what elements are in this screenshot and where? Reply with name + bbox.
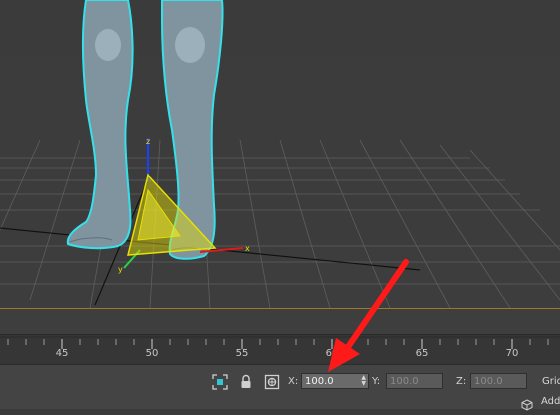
tick-label-60: 60 [325,348,339,359]
y-coord-label: Y: [372,376,381,387]
add-time-tag-label[interactable]: Add [541,396,560,408]
x-coord-label: X: [288,376,299,387]
gizmo-x-label: x [245,244,250,253]
left-knee [95,29,121,61]
add-time-tag-icon[interactable] [521,396,533,411]
gizmo-z-label: z [146,137,150,146]
z-coord-field[interactable]: 100.0 [470,373,527,389]
time-slider-track[interactable] [0,308,560,335]
status-bar: X: 100.0 ▲ ▼ Y: 100.0 Z: 100.0 Grid Add [0,364,560,411]
x-coord-value: 100.0 [305,376,334,387]
right-knee [175,27,205,63]
grid-label: Grid [542,376,560,387]
lock-icon[interactable] [238,374,254,390]
x-spinner-icon[interactable]: ▲ ▼ [361,375,366,387]
tick-label-65: 65 [415,348,429,359]
track-bar[interactable] [0,334,560,365]
absolute-mode-icon[interactable] [264,374,280,390]
tick-label-50: 50 [145,348,159,359]
z-coord-value: 100.0 [474,376,503,387]
viewport-scene: z x y [0,0,560,308]
y-coord-field[interactable]: 100.0 [386,373,443,389]
selection-lock-icon[interactable] [212,374,228,390]
x-coord-field[interactable]: 100.0 ▲ ▼ [301,373,369,389]
track-bar-ticks [0,336,560,349]
tick-label-45: 45 [55,348,69,359]
y-coord-value: 100.0 [390,376,419,387]
gizmo-y-label: y [118,265,123,274]
z-coord-label: Z: [456,376,467,387]
tick-label-55: 55 [235,348,249,359]
perspective-viewport[interactable]: z x y [0,0,560,308]
tick-label-70: 70 [505,348,519,359]
